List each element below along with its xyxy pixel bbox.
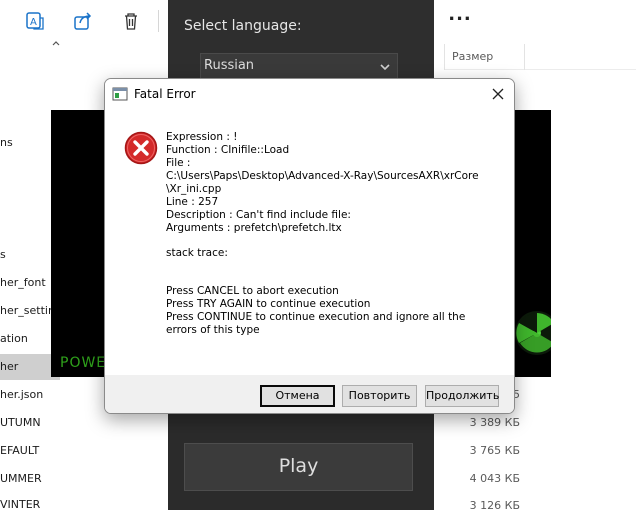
cancel-hint: Press CANCEL to abort execution bbox=[166, 285, 339, 297]
stack-trace-label: stack trace: bbox=[166, 247, 228, 259]
more-options-button[interactable]: ... bbox=[448, 6, 472, 32]
list-item[interactable]: her.json bbox=[0, 382, 60, 408]
dialog-titlebar[interactable]: Fatal Error bbox=[105, 79, 514, 109]
play-button[interactable]: Play bbox=[184, 443, 413, 491]
continue-button[interactable]: Продолжить bbox=[425, 385, 499, 407]
file-size: 3 126 КБ bbox=[469, 499, 520, 510]
list-item[interactable]: VINTER bbox=[0, 492, 60, 510]
app-window-icon bbox=[112, 87, 128, 101]
file-size: 3 389 КБ bbox=[469, 416, 520, 429]
translate-icon[interactable]: A bbox=[24, 10, 46, 32]
chevron-down-icon bbox=[380, 64, 390, 71]
delete-icon[interactable] bbox=[120, 10, 142, 32]
file-size: 4 043 КБ bbox=[469, 472, 520, 485]
fatal-error-dialog: Fatal Error Expression : ! Function : CI… bbox=[104, 78, 515, 414]
dialog-button-bar: Отмена Повторить Продолжить bbox=[105, 375, 514, 413]
list-item[interactable]: UMMER bbox=[0, 466, 60, 492]
toolbar-separator bbox=[158, 10, 159, 32]
continue-hint: Press CONTINUE to continue execution and… bbox=[166, 311, 466, 336]
error-file-label: File : bbox=[166, 157, 191, 169]
error-function: Function : CInifile::Load bbox=[166, 144, 290, 156]
error-file-path: C:\Users\Paps\Desktop\Advanced-X-Ray\Sou… bbox=[166, 170, 479, 195]
file-size: 3 765 КБ bbox=[469, 444, 520, 457]
error-arguments: Arguments : prefetch\prefetch.ltx bbox=[166, 222, 342, 234]
column-divider[interactable] bbox=[524, 44, 525, 70]
error-message: Expression : ! Function : CInifile::Load… bbox=[166, 131, 506, 337]
list-item[interactable]: UTUMN bbox=[0, 410, 60, 436]
error-expression: Expression : ! bbox=[166, 131, 238, 143]
language-select[interactable]: Russian bbox=[200, 53, 398, 79]
share-icon[interactable] bbox=[72, 10, 94, 32]
cancel-button[interactable]: Отмена bbox=[260, 385, 335, 407]
language-select-value: Russian bbox=[204, 58, 255, 73]
dialog-title: Fatal Error bbox=[134, 87, 196, 101]
sort-caret-icon[interactable] bbox=[51, 38, 61, 48]
close-button[interactable] bbox=[488, 84, 508, 104]
retry-hint: Press TRY AGAIN to continue execution bbox=[166, 298, 371, 310]
error-line: Line : 257 bbox=[166, 196, 219, 208]
retry-button[interactable]: Повторить bbox=[342, 385, 417, 407]
svg-text:A: A bbox=[30, 17, 37, 28]
error-description: Description : Can't find include file: bbox=[166, 209, 351, 221]
column-header-size[interactable]: Размер bbox=[452, 50, 493, 63]
close-icon bbox=[492, 88, 504, 100]
error-icon bbox=[124, 131, 158, 165]
column-divider[interactable] bbox=[444, 44, 445, 70]
list-item[interactable]: EFAULT bbox=[0, 438, 60, 464]
play-button-label: Play bbox=[278, 455, 319, 477]
language-label: Select language: bbox=[184, 18, 302, 34]
